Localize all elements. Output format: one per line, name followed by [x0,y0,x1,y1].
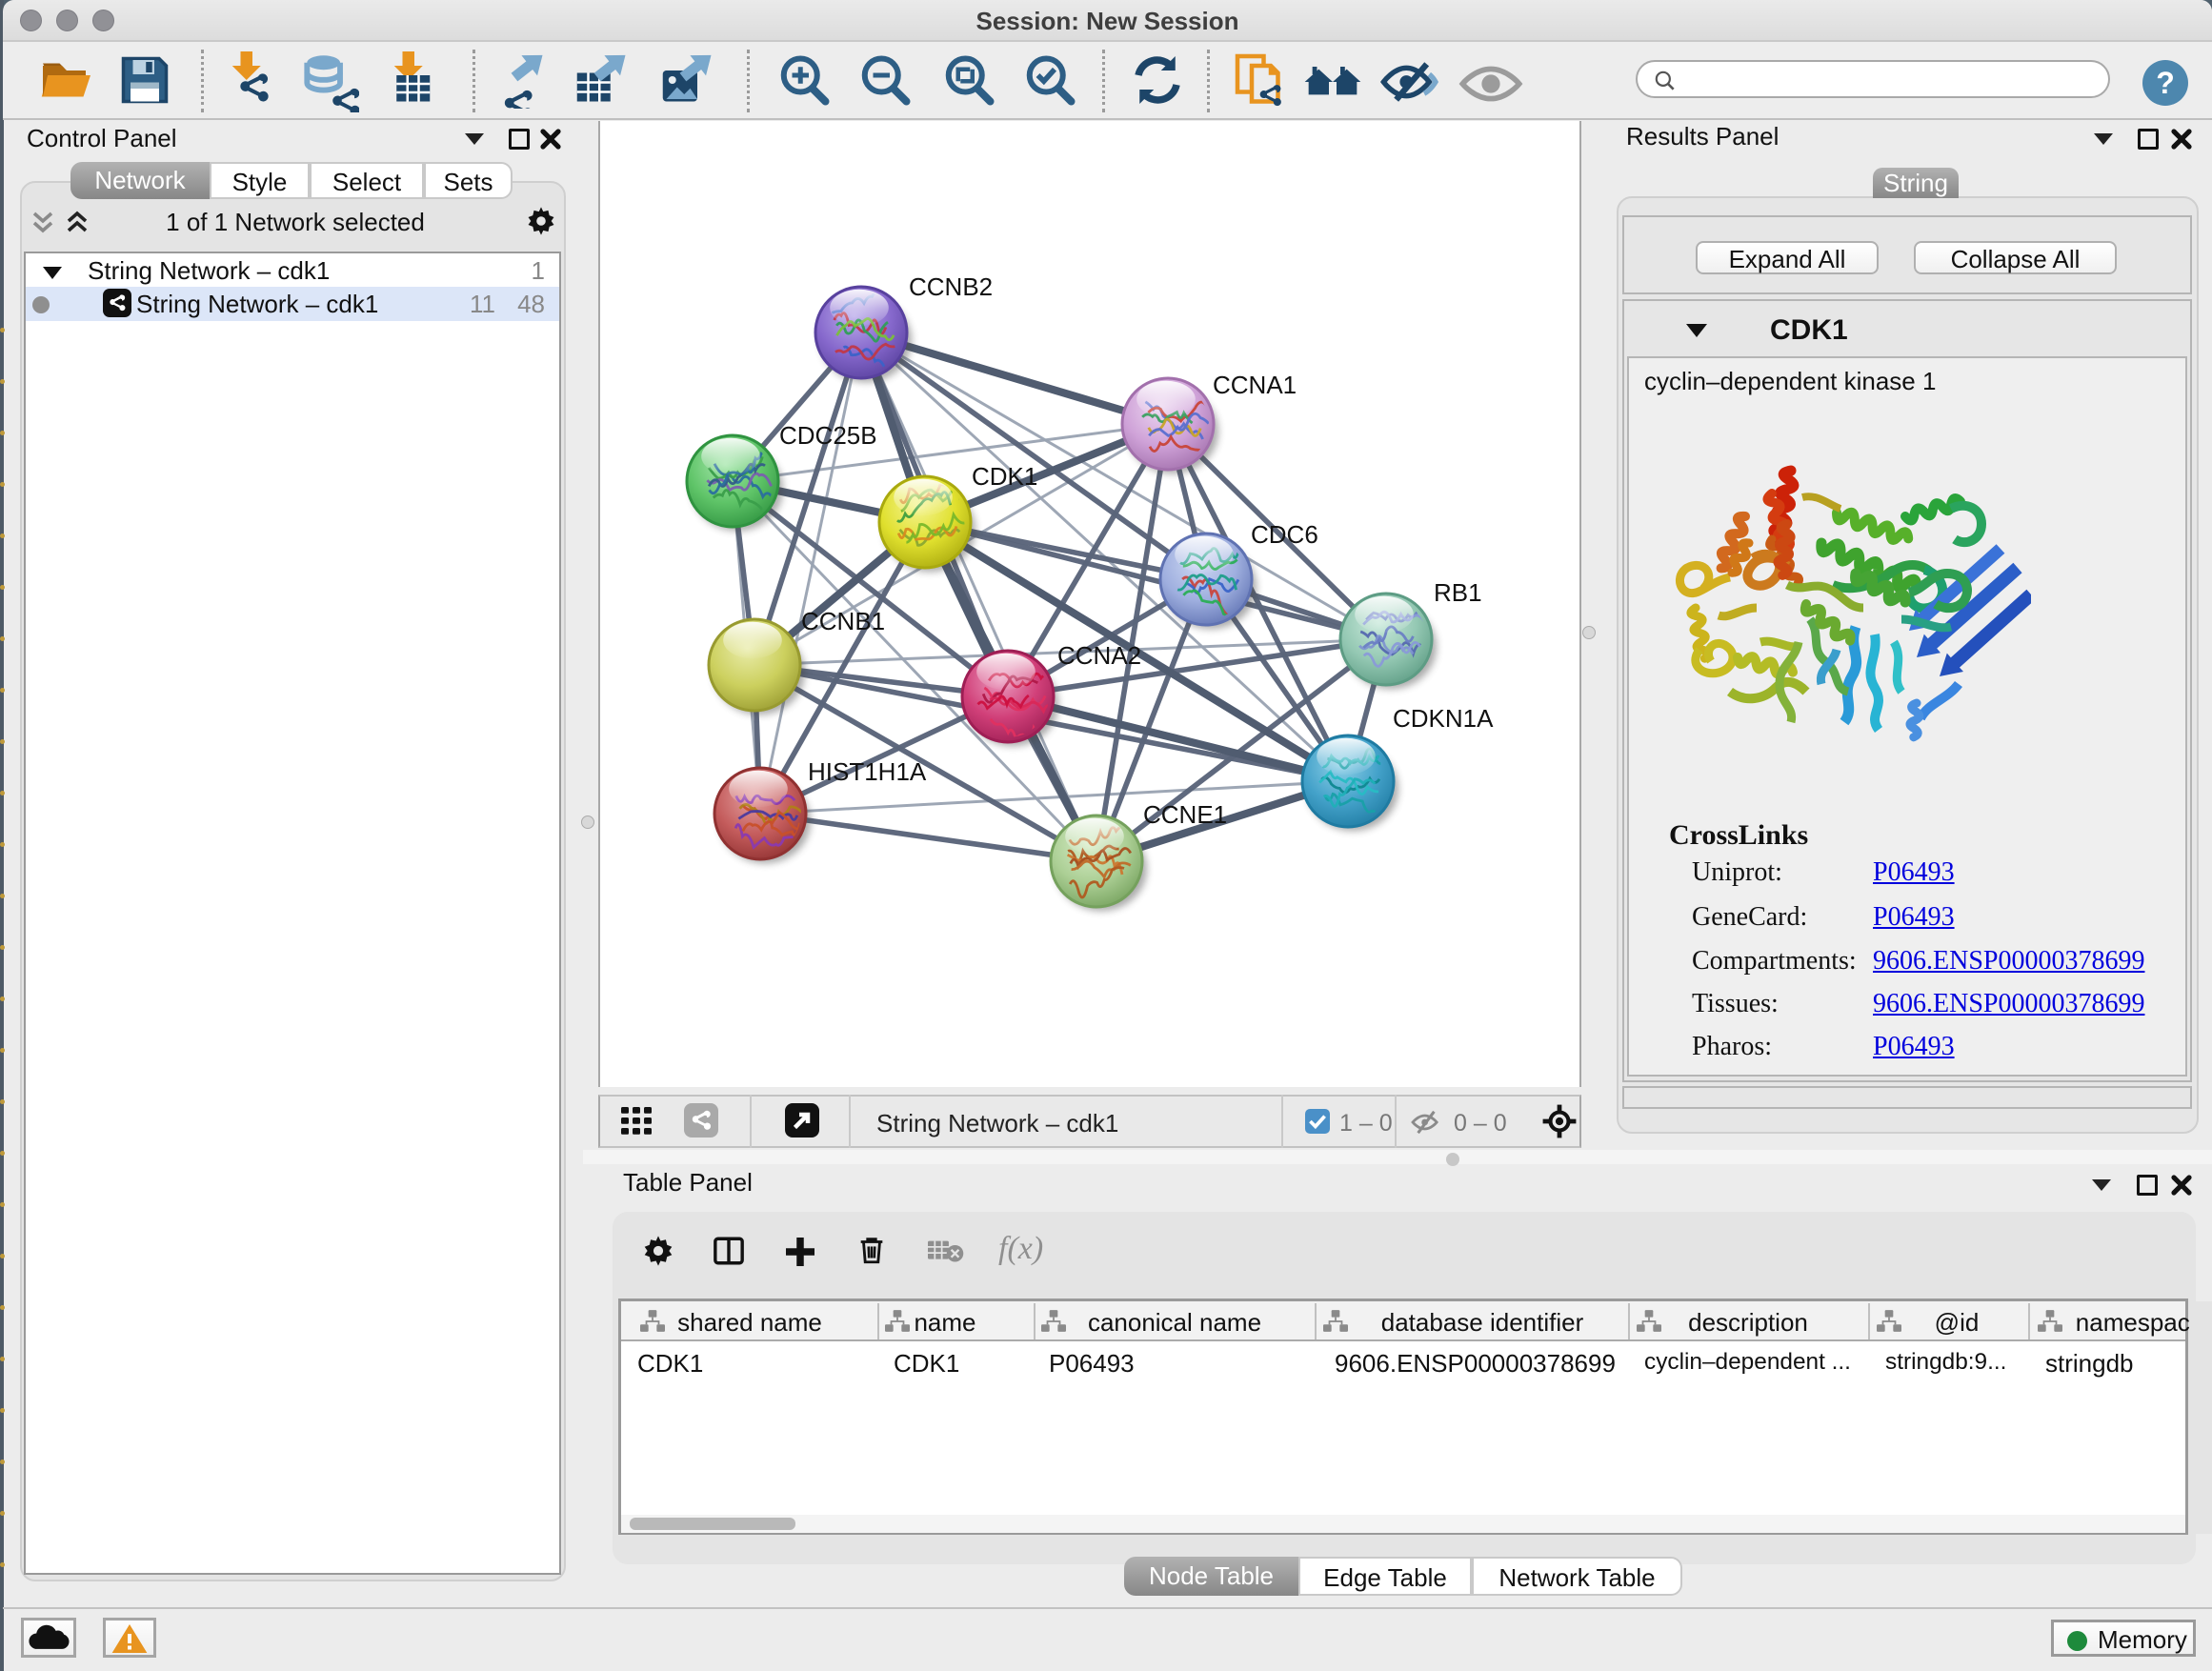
svg-text:CCNB1: CCNB1 [801,607,885,635]
svg-text:CDC25B: CDC25B [779,421,877,450]
svg-text:RB1: RB1 [1434,578,1482,607]
svg-text:CCNA1: CCNA1 [1213,371,1297,399]
svg-text:CDC6: CDC6 [1251,520,1318,549]
svg-text:CDK1: CDK1 [972,462,1037,491]
svg-text:CCNE1: CCNE1 [1143,800,1227,829]
svg-text:CCNB2: CCNB2 [909,272,993,301]
svg-text:HIST1H1A: HIST1H1A [808,757,927,786]
svg-text:CDKN1A: CDKN1A [1393,704,1494,733]
svg-text:CCNA2: CCNA2 [1057,641,1141,670]
